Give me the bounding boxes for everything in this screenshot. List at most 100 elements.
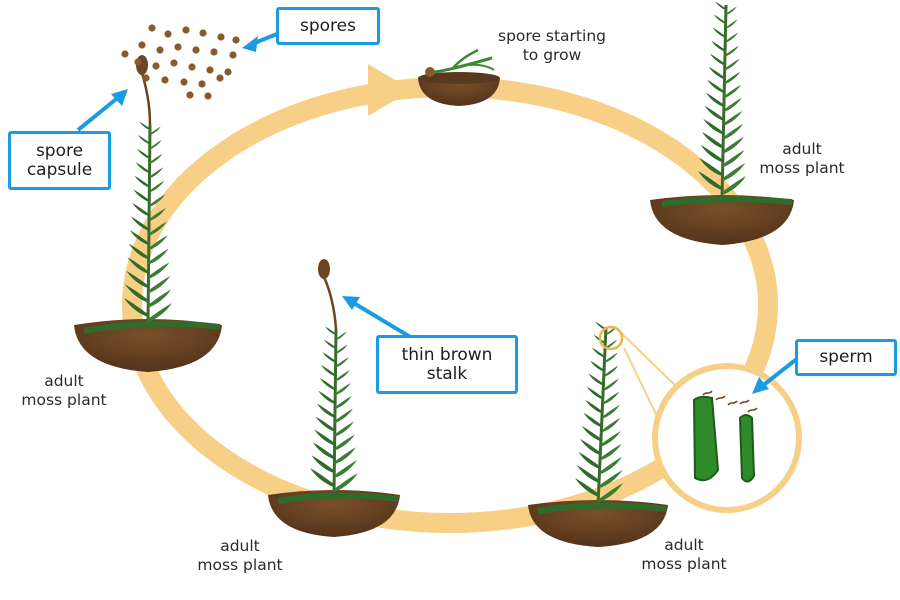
moss-leaf (701, 131, 723, 149)
spore-dot (224, 68, 232, 76)
moss-leaf (335, 344, 348, 354)
spore-dot (210, 48, 218, 56)
label-adult-bottom-center: adult moss plant (197, 537, 283, 574)
spore-dot (188, 63, 196, 71)
moss-leaf (588, 373, 604, 386)
moss-leaf (600, 456, 622, 475)
moss-leaf (132, 202, 150, 217)
moss-leaf (725, 45, 739, 57)
moss-leaf (723, 123, 744, 140)
spore-dot (217, 33, 225, 41)
spore-dot (199, 29, 207, 37)
spore-dot (229, 51, 237, 59)
moss-leaf (314, 429, 335, 446)
spore-dot (204, 92, 212, 100)
thin-brown-stalk (322, 276, 338, 331)
moss-leaf (602, 404, 620, 419)
antheridium-small (738, 414, 756, 483)
moss-leaf (138, 135, 150, 145)
moss-leaf (707, 79, 725, 94)
moss-leaf (149, 140, 162, 150)
spore-dot (134, 58, 142, 66)
moss-leaf (334, 408, 353, 423)
moss-leaf (325, 326, 336, 335)
spore-cloud (121, 24, 240, 100)
moss-leaf (578, 451, 601, 470)
moss-leaf (601, 430, 621, 447)
label-spore-starting-to-grow: spore starting to grow (498, 27, 606, 64)
moss-leaf (724, 58, 740, 71)
moss-leaf (316, 403, 335, 418)
spore-dot (216, 74, 224, 82)
moss-leaf (723, 97, 742, 112)
moss-leaf (715, 1, 726, 10)
moss-leaf (601, 417, 621, 433)
moss-leaf (725, 19, 738, 29)
moss-leaf (335, 382, 351, 396)
moss-plant-top-right (650, 1, 794, 245)
spore-dot (148, 24, 156, 32)
moss-leaf (725, 32, 739, 43)
callout-spore-capsule: spore capsule (8, 131, 111, 190)
moss-leaf (700, 144, 723, 163)
moss-leaf (604, 365, 619, 377)
moss-plant-left (74, 55, 222, 372)
moss-leaf (708, 66, 725, 80)
moss-leaf (150, 126, 161, 135)
spore-dot (192, 46, 200, 54)
callout-spores: spores (276, 7, 380, 45)
callout-sperm: sperm (795, 339, 897, 376)
spore-dot (198, 80, 206, 88)
moss-leaf (335, 357, 349, 368)
moss-leaf (709, 53, 725, 66)
moss-leaf (334, 447, 356, 465)
moss-leaf (603, 378, 619, 391)
moss-leaf (583, 412, 602, 428)
moss-leaf (323, 339, 336, 349)
label-adult-bottom-right: adult moss plant (641, 536, 727, 573)
moss-leaf (334, 421, 354, 437)
moss-leaf (600, 443, 622, 461)
moss-leaf (335, 395, 352, 410)
moss-leaf (723, 110, 743, 126)
cycle-arrowhead (368, 64, 412, 116)
moss-leaf (703, 118, 724, 135)
moss-leaf (134, 175, 150, 188)
moss-leaf (335, 370, 350, 382)
moss-leaf (148, 275, 171, 294)
moss-leaf (585, 399, 603, 414)
moss-leaf (139, 121, 150, 130)
moss-leaf (705, 92, 724, 107)
spore-dot (161, 76, 169, 84)
moss-plant-bottom-center (268, 259, 400, 537)
spore-dot (186, 91, 194, 99)
moss-leaf (319, 377, 336, 391)
moss-leaf (148, 289, 172, 308)
spore-dot (182, 26, 190, 34)
spore-dot (152, 62, 160, 70)
moss-leaf (712, 27, 726, 38)
moss-leaf (726, 6, 737, 15)
moss-leaf (711, 40, 726, 52)
spore-dot (206, 66, 214, 74)
spore-dot (164, 30, 172, 38)
callout-thin-brown-stalk: thin brown stalk (376, 335, 518, 394)
moss-leaf (581, 425, 602, 442)
label-adult-left: adult moss plant (21, 372, 107, 409)
moss-leaf (704, 105, 724, 121)
moss-leaf (149, 153, 163, 164)
moss-leaf (149, 180, 165, 193)
moss-leaf (312, 442, 335, 460)
moss-leaf (724, 84, 742, 99)
moss-leaf (603, 391, 620, 405)
moss-leaf (133, 189, 150, 202)
moss-leaf (334, 434, 355, 451)
moss-leaf (322, 352, 336, 363)
moss-leaf (136, 148, 150, 159)
capsule-bottom-center (318, 259, 330, 279)
moss-plant-bottom-right (528, 321, 668, 547)
moss-leaf (336, 331, 347, 340)
moss-leaf (321, 365, 336, 377)
label-adult-top-right: adult moss plant (759, 140, 845, 177)
moss-leaf (591, 347, 605, 358)
